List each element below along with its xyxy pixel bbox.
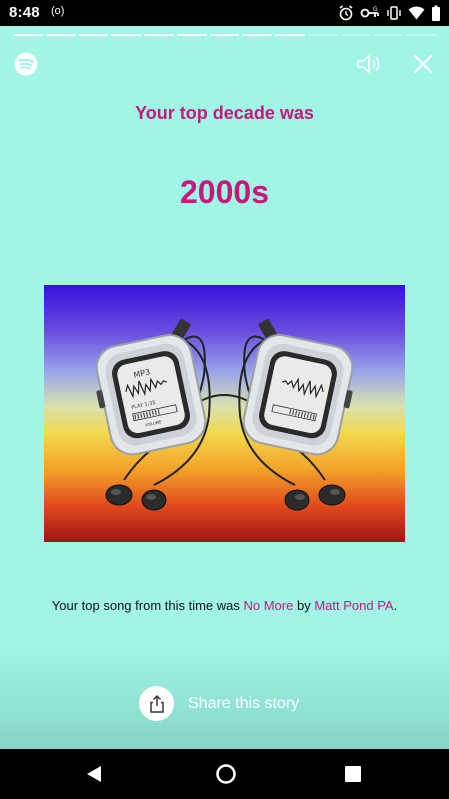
progress-segment — [275, 34, 305, 36]
progress-segment — [209, 34, 240, 36]
top-song-caption: Your top song from this time was No More… — [40, 596, 409, 615]
progress-segment — [144, 34, 174, 36]
top-decade: 2000s — [180, 174, 269, 210]
alarm-icon — [339, 5, 353, 21]
status-bar: 8:48 (o) G — [0, 0, 449, 26]
home-icon[interactable] — [215, 763, 237, 785]
progress-segment — [242, 34, 273, 36]
back-icon[interactable] — [85, 764, 103, 784]
wifi-icon — [408, 6, 425, 20]
progress-segment — [45, 34, 76, 36]
navigation-bar — [0, 749, 449, 799]
decade-artwork: MP3 PLAY 1:35 VOLUME — [44, 285, 405, 542]
share-label[interactable]: Share this story — [188, 695, 299, 713]
share-icon-circle[interactable] — [139, 686, 174, 721]
progress-segment — [13, 34, 43, 36]
recents-icon[interactable] — [345, 766, 361, 782]
radio-icon: (o) — [51, 5, 65, 17]
progress-segment — [340, 34, 371, 36]
status-time: 8:48 — [9, 4, 40, 21]
mp3-players-illustration: MP3 PLAY 1:35 VOLUME — [95, 319, 354, 511]
vpn-key-icon: G — [360, 6, 379, 18]
story-heading: Your top decade was — [135, 103, 314, 123]
top-song-suffix: . — [393, 598, 398, 613]
progress-segment — [373, 34, 404, 36]
top-song-title: No More — [243, 598, 294, 613]
svg-text:G: G — [373, 6, 378, 13]
progress-segment — [307, 34, 338, 36]
top-song-prefix: Your top song from this time was — [51, 598, 244, 613]
top-song-artist: Matt Pond PA — [314, 598, 394, 613]
spotify-logo-icon — [14, 52, 38, 76]
progress-segment — [406, 34, 436, 36]
vibrate-icon — [387, 6, 401, 20]
battery-icon — [432, 5, 440, 21]
progress-segment — [176, 34, 207, 36]
share-icon — [149, 694, 164, 713]
share-story-button[interactable]: Share this story — [139, 686, 299, 721]
progress-segment — [78, 34, 109, 36]
top-song-by: by — [293, 598, 315, 613]
progress-segment — [111, 34, 142, 36]
story-view[interactable]: Your top decade was 2000s MP3 PLAY 1:35 — [0, 26, 449, 749]
status-icons: G — [338, 4, 441, 22]
speaker-icon[interactable] — [355, 52, 383, 76]
close-icon[interactable] — [411, 52, 435, 76]
story-progress-bar — [13, 34, 436, 36]
